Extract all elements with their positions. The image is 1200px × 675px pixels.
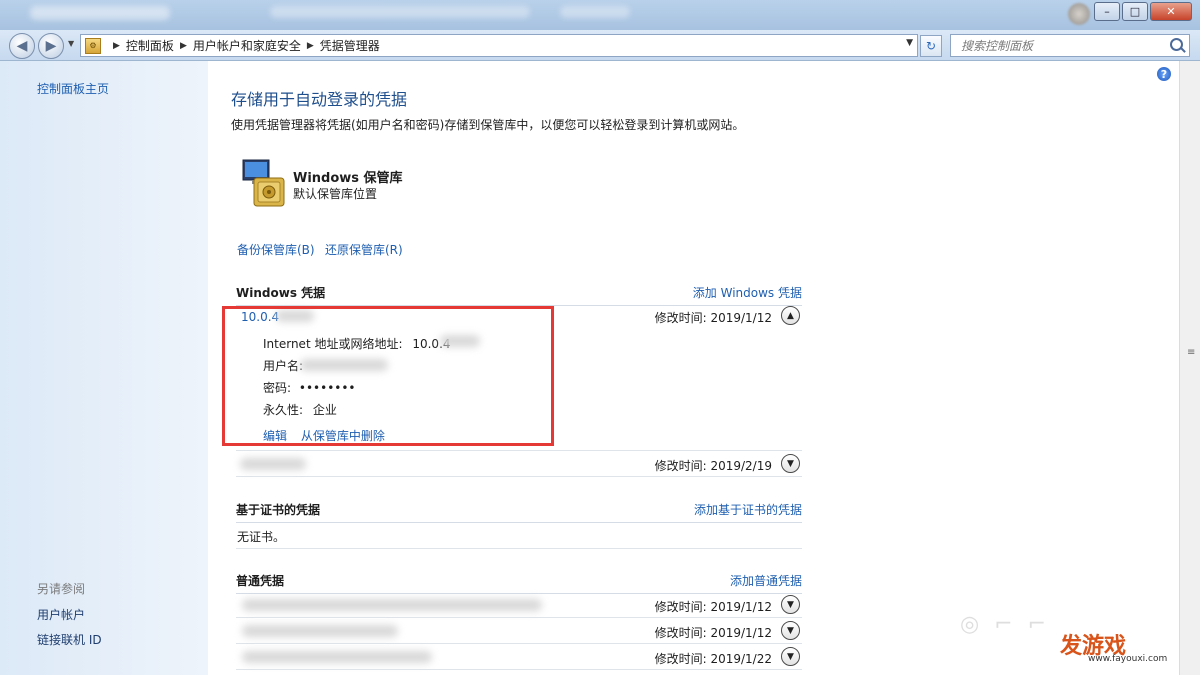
vault-icon <box>242 159 285 207</box>
chevron-down-icon[interactable]: ▼ <box>781 647 800 666</box>
watermark-ghost: ◎ ⌐ ⌐ <box>960 612 1051 637</box>
see-also-heading: 另请参阅 <box>37 582 86 596</box>
refresh-button[interactable]: ↻ <box>920 35 942 57</box>
window-controls: – □ ✕ <box>1094 2 1192 21</box>
modified-time: 修改时间: 2019/1/12 <box>654 311 772 325</box>
search-box[interactable] <box>950 34 1190 57</box>
chevron-down-icon[interactable]: ▼ <box>781 595 800 614</box>
blurred-title-extra <box>560 6 630 18</box>
breadcrumb-separator-icon[interactable]: ▶ <box>307 41 314 51</box>
blurred-value <box>242 599 542 611</box>
section-title: 普通凭据 <box>236 574 285 588</box>
search-input[interactable] <box>959 35 1163 56</box>
back-arrow-icon: ◀ <box>16 38 28 54</box>
sidebar-item-user-accounts[interactable]: 用户帐户 <box>37 606 85 623</box>
section-title: 基于证书的凭据 <box>236 503 321 517</box>
sidebar-item-link-online-id[interactable]: 链接联机 ID <box>37 631 102 648</box>
windows-credentials-section: Windows 凭据 添加 Windows 凭据 <box>236 279 802 306</box>
vault-subtitle: 默认保管库位置 <box>293 187 378 201</box>
search-icon[interactable] <box>1170 38 1183 51</box>
blurred-value <box>242 651 432 663</box>
blurred-value <box>240 458 306 470</box>
restore-vault-link[interactable]: 还原保管库(R) <box>325 241 403 258</box>
watermark-url: www.fayouxi.com <box>1088 654 1168 664</box>
highlight-box <box>222 306 554 446</box>
back-button[interactable]: ◀ <box>9 33 35 59</box>
credential-row[interactable]: 修改时间: 2019/1/12 ▼ <box>236 593 802 618</box>
breadcrumb[interactable]: ⚙ ▶ 控制面板 ▶ 用户帐户和家庭安全 ▶ 凭据管理器 ▼ <box>80 34 918 57</box>
chevron-up-icon[interactable]: ▲ <box>781 306 800 325</box>
vault-title[interactable]: Windows 保管库 <box>293 167 403 186</box>
modified-time: 修改时间: 2019/1/12 <box>654 626 772 640</box>
page-title: 存储用于自动登录的凭据 <box>231 90 408 109</box>
breadcrumb-credential-manager[interactable]: 凭据管理器 <box>320 37 380 54</box>
add-cert-credential-link[interactable]: 添加基于证书的凭据 <box>694 501 802 518</box>
add-generic-credential-link[interactable]: 添加普通凭据 <box>730 572 802 589</box>
minimize-button[interactable]: – <box>1094 2 1120 21</box>
section-title: Windows 凭据 <box>236 286 326 300</box>
backup-vault-link[interactable]: 备份保管库(B) <box>237 241 315 258</box>
help-icon[interactable]: ? <box>1157 67 1171 81</box>
credential-row[interactable]: 修改时间: 2019/1/22 ▼ <box>236 645 802 670</box>
breadcrumb-user-accounts[interactable]: 用户帐户和家庭安全 <box>193 37 301 54</box>
blurred-title <box>270 6 530 18</box>
breadcrumb-control-panel[interactable]: 控制面板 <box>126 37 174 54</box>
scrollbar-grip-icon[interactable]: ≡ <box>1187 347 1195 358</box>
maximize-button[interactable]: □ <box>1122 2 1148 21</box>
scrollbar[interactable]: ≡ <box>1179 61 1200 675</box>
refresh-icon: ↻ <box>925 39 937 53</box>
credential-row[interactable]: 修改时间: 2019/1/12 ▼ <box>236 619 802 644</box>
chevron-down-icon[interactable]: ▼ <box>781 454 800 473</box>
forward-button[interactable]: ▶ <box>38 33 64 59</box>
blurred-value <box>242 625 398 637</box>
address-bar: ◀ ▶ ▼ ⚙ ▶ 控制面板 ▶ 用户帐户和家庭安全 ▶ 凭据管理器 ▼ ↻ <box>0 30 1200 61</box>
sidebar-item-control-panel-home[interactable]: 控制面板主页 <box>37 80 109 97</box>
close-button[interactable]: ✕ <box>1150 2 1192 21</box>
add-windows-credential-link[interactable]: 添加 Windows 凭据 <box>693 284 802 301</box>
blurred-tab <box>30 6 170 20</box>
chevron-down-icon[interactable]: ▼ <box>781 621 800 640</box>
chevron-down-icon[interactable]: ▼ <box>906 38 913 48</box>
history-dropdown-icon[interactable]: ▼ <box>68 39 74 48</box>
forward-arrow-icon: ▶ <box>45 38 57 54</box>
modified-time: 修改时间: 2019/1/22 <box>654 652 772 666</box>
credential-row[interactable]: 修改时间: 2019/2/19 ▼ <box>236 452 802 477</box>
generic-credentials-section: 普通凭据 添加普通凭据 <box>236 567 802 594</box>
breadcrumb-separator-icon[interactable]: ▶ <box>113 41 120 51</box>
breadcrumb-separator-icon[interactable]: ▶ <box>180 41 187 51</box>
no-certificates-text: 无证书。 <box>237 530 286 544</box>
divider <box>236 548 802 549</box>
control-panel-icon: ⚙ <box>85 37 101 54</box>
avatar <box>1068 3 1090 25</box>
title-bar: – □ ✕ <box>0 0 1200 30</box>
cert-credentials-section: 基于证书的凭据 添加基于证书的凭据 <box>236 496 802 523</box>
page-description: 使用凭据管理器将凭据(如用户名和密码)存储到保管库中，以便您可以轻松登录到计算机… <box>231 118 745 132</box>
modified-time: 修改时间: 2019/1/12 <box>654 600 772 614</box>
sidebar: 控制面板主页 另请参阅 用户帐户 链接联机 ID <box>0 61 208 675</box>
modified-time: 修改时间: 2019/2/19 <box>654 459 772 473</box>
